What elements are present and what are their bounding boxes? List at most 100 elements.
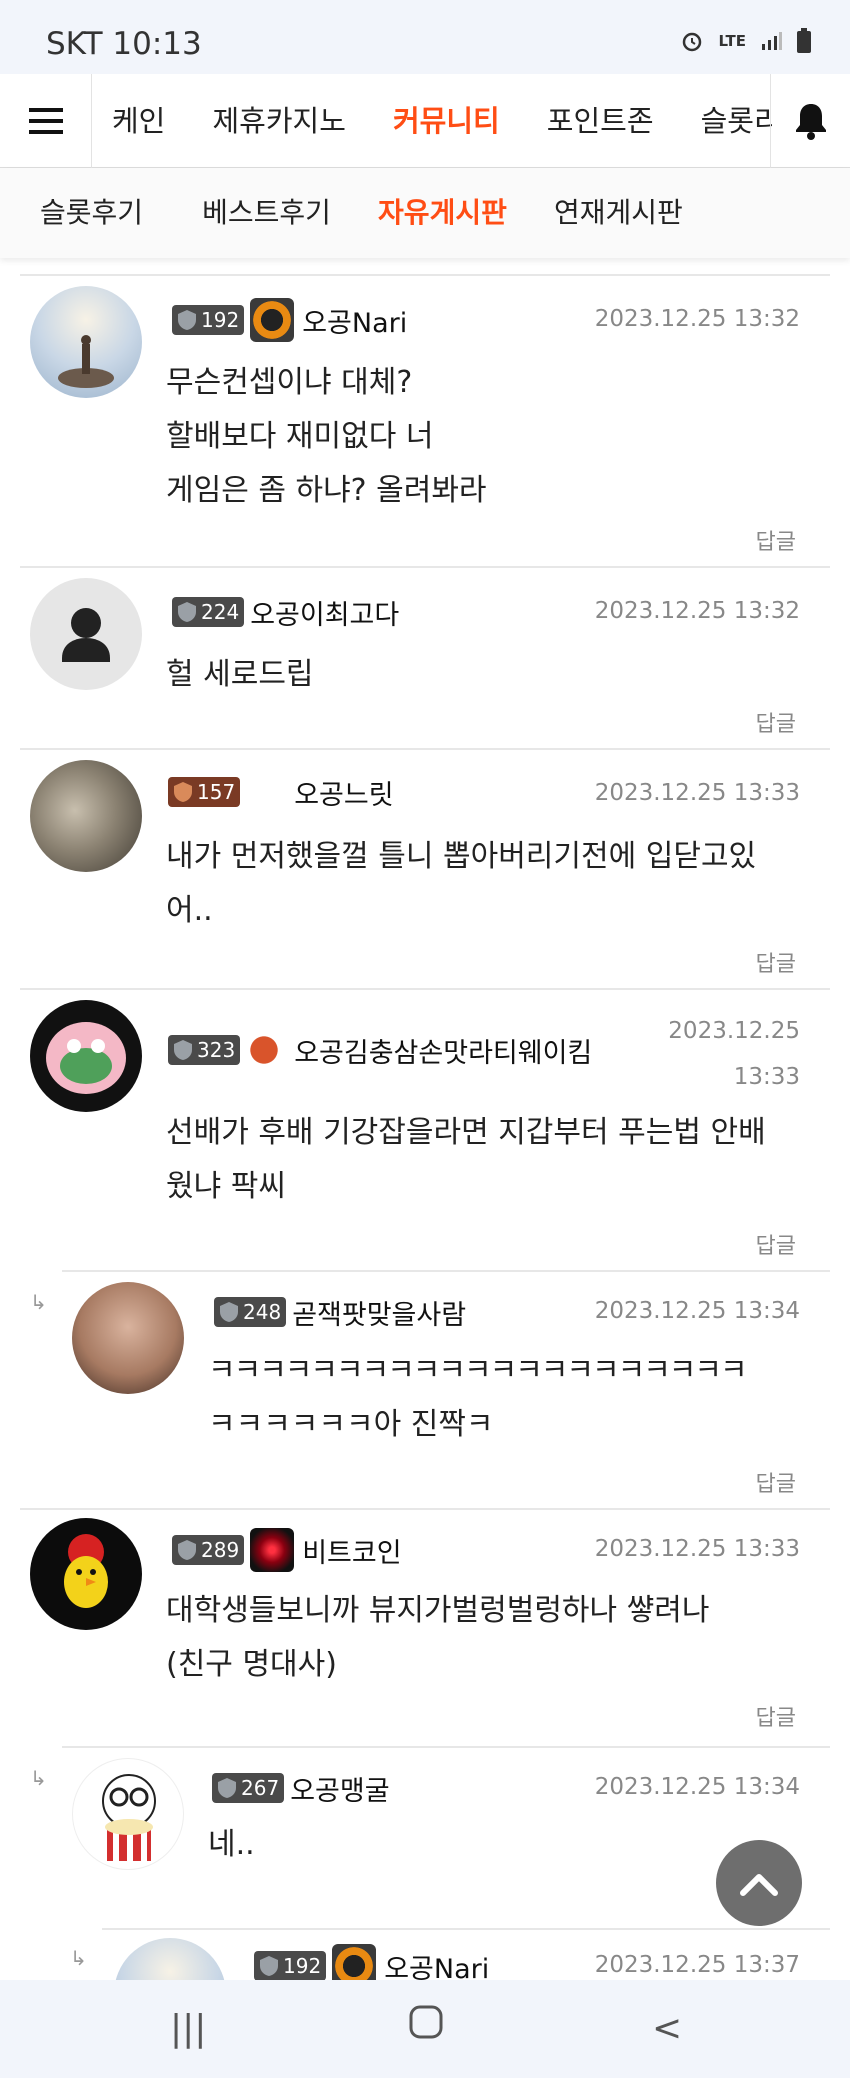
tab-best-reviews[interactable]: 베스트후기 bbox=[202, 168, 331, 258]
level-badge: 323 bbox=[168, 1035, 241, 1065]
level-badge: 192 bbox=[172, 305, 245, 335]
chevron-up-icon bbox=[740, 1874, 778, 1896]
carrier-time: SKT 10:13 bbox=[46, 26, 202, 62]
reply-button[interactable]: 답글 bbox=[756, 524, 796, 556]
level-badge: 267 bbox=[212, 1773, 285, 1803]
reply-button[interactable]: 답글 bbox=[756, 1466, 796, 1498]
comment-item: 248 곧잭팟맞을사람 2023.12.25 13:34 ㅋㅋㅋㅋㅋㅋㅋㅋㅋㅋㅋ… bbox=[62, 1270, 830, 1508]
top-nav: 케인 제휴카지노 커뮤니티 포인트존 슬롯리 bbox=[0, 74, 850, 168]
scroll-top-button[interactable] bbox=[716, 1840, 802, 1926]
comment-body: 헐 세로드립 bbox=[166, 657, 314, 692]
comment-item: 323 오공김충삼손맛라티웨이킴 2023.12.25 13:33 선배가 후배… bbox=[20, 988, 830, 1270]
username[interactable]: 오공Nari bbox=[302, 301, 407, 340]
level-badge: 192 bbox=[254, 1951, 327, 1980]
comment-body: ㅋㅋㅋㅋㅋㅋㅋㅋㅋㅋㅋㅋㅋㅋㅋㅋㅋㅋㅋㅋㅋ ㅋㅋㅋㅋㅋㅋ아 진짝ㅋ bbox=[208, 1353, 748, 1442]
comment-body: 선배가 후배 기강잡을라면 지갑부터 푸는법 안배 웠냐 팍씨 bbox=[166, 1115, 766, 1204]
shield-icon bbox=[174, 782, 192, 802]
tab-free-board[interactable]: 자유게시판 bbox=[378, 168, 507, 258]
tab-slot-reviews[interactable]: 슬롯후기 bbox=[40, 168, 143, 258]
avatar[interactable] bbox=[30, 286, 142, 398]
level-badge: 224 bbox=[172, 597, 245, 627]
menu-button[interactable] bbox=[0, 74, 92, 168]
shield-icon bbox=[260, 1956, 278, 1976]
status-bar: SKT 10:13 LTE bbox=[0, 0, 850, 74]
reply-button[interactable]: 답글 bbox=[756, 946, 796, 978]
user-badge bbox=[246, 1030, 287, 1070]
bell-icon bbox=[795, 104, 826, 140]
username[interactable]: 오공김충삼손맛라티웨이킴 bbox=[294, 1031, 592, 1070]
reply-indent-icon: ↳ bbox=[30, 1766, 47, 1790]
username[interactable]: 오공Nari bbox=[384, 1947, 489, 1981]
avatar[interactable] bbox=[72, 1758, 184, 1870]
reply-button[interactable]: 답글 bbox=[756, 1700, 796, 1732]
comment-item: 224 오공이최고다 2023.12.25 13:32 헐 세로드립 답글 bbox=[20, 566, 830, 748]
comment-date: 2023.12.25 13:33 bbox=[594, 1536, 800, 1562]
shield-icon bbox=[178, 602, 196, 622]
signal-icon bbox=[762, 32, 782, 50]
comment-item: 289 비트코인 2023.12.25 13:33 대학생들보니까 뷰지가벌렁벌… bbox=[20, 1508, 830, 1746]
reply-button[interactable]: 답글 bbox=[756, 706, 796, 738]
comment-meta: 267 오공맹굴 bbox=[212, 1768, 390, 1808]
comment-date: 2023.12.25 13:33 bbox=[668, 1018, 800, 1090]
comment-meta: 289 비트코인 bbox=[172, 1528, 402, 1572]
level-badge: 157 bbox=[168, 777, 241, 807]
shield-icon bbox=[174, 1040, 192, 1060]
comment-meta: 192 오공Nari bbox=[172, 298, 407, 342]
comment-meta: 248 곧잭팟맞을사람 bbox=[214, 1292, 466, 1332]
tab-serial-board[interactable]: 연재게시판 bbox=[554, 168, 683, 258]
nav-item-slot[interactable]: 슬롯리 bbox=[701, 74, 772, 168]
username[interactable]: 비트코인 bbox=[302, 1531, 401, 1570]
username[interactable]: 오공느릿 bbox=[294, 773, 393, 812]
comment-meta: 157 오공느릿 bbox=[168, 772, 394, 812]
avatar[interactable] bbox=[30, 760, 142, 872]
nav-item-partner-casino[interactable]: 제휴카지노 bbox=[212, 74, 345, 168]
avatar[interactable] bbox=[72, 1282, 184, 1394]
system-nav-bar: ||| < bbox=[0, 1980, 850, 2078]
level-badge: 289 bbox=[172, 1535, 245, 1565]
shield-icon bbox=[178, 310, 196, 330]
comment-date: 2023.12.25 13:32 bbox=[594, 598, 800, 624]
comment-date: 2023.12.25 13:37 bbox=[594, 1952, 800, 1978]
comment-meta: 323 오공김충삼손맛라티웨이킴 bbox=[168, 1030, 592, 1070]
nav-item-kane[interactable]: 케인 bbox=[112, 74, 165, 168]
sub-nav: 슬롯후기 베스트후기 자유게시판 연재게시판 bbox=[0, 168, 850, 258]
notification-button[interactable] bbox=[770, 74, 850, 168]
level-badge: 248 bbox=[214, 1297, 287, 1327]
shield-icon bbox=[218, 1778, 236, 1798]
username[interactable]: 오공이최고다 bbox=[250, 593, 399, 632]
avatar[interactable] bbox=[30, 1518, 142, 1630]
system-icons: LTE bbox=[680, 28, 812, 54]
username[interactable]: 곧잭팟맞을사람 bbox=[292, 1293, 466, 1332]
nav-item-point-zone[interactable]: 포인트존 bbox=[547, 74, 654, 168]
comment-date: 2023.12.25 13:34 bbox=[594, 1298, 800, 1324]
nav-item-community[interactable]: 커뮤니티 bbox=[393, 74, 500, 168]
reply-indent-icon: ↳ bbox=[30, 1290, 47, 1314]
shield-icon bbox=[220, 1302, 238, 1322]
battery-icon bbox=[797, 28, 811, 53]
shield-icon bbox=[178, 1540, 196, 1560]
recent-apps-icon[interactable]: ||| bbox=[170, 2008, 206, 2049]
avatar[interactable] bbox=[30, 1000, 142, 1112]
comment-item: 157 오공느릿 2023.12.25 13:33 내가 먼저했을껄 틀니 뽑아… bbox=[20, 748, 830, 988]
avatar[interactable] bbox=[114, 1938, 226, 1980]
home-icon[interactable] bbox=[408, 2004, 444, 2049]
comment-date: 2023.12.25 13:33 bbox=[594, 780, 800, 806]
top-nav-items: 케인 제휴카지노 커뮤니티 포인트존 슬롯리 bbox=[92, 74, 772, 168]
comment-body: 대학생들보니까 뷰지가벌렁벌렁하나 썋려나 (친구 명대사) bbox=[166, 1593, 710, 1682]
comment-body: 네.. bbox=[208, 1827, 255, 1862]
comment-item: 267 오공맹굴 2023.12.25 13:34 네.. 답글 bbox=[62, 1746, 830, 1928]
back-icon[interactable]: < bbox=[652, 2008, 682, 2049]
user-badge bbox=[250, 1528, 295, 1572]
comment-item: 192 오공Nari 2023.12.25 13:37 bbox=[102, 1928, 830, 1980]
reply-indent-icon: ↳ bbox=[70, 1946, 87, 1970]
comment-meta: 192 오공Nari bbox=[254, 1944, 489, 1981]
comment-body: 무슨컨셉이냐 대체? 할배보다 재미없다 너 게임은 좀 하냐? 올려봐라 bbox=[166, 365, 487, 508]
alarm-icon bbox=[683, 32, 702, 52]
username[interactable]: 오공맹굴 bbox=[290, 1769, 389, 1808]
reply-button[interactable]: 답글 bbox=[756, 1228, 796, 1260]
hamburger-icon bbox=[28, 108, 63, 134]
avatar[interactable] bbox=[30, 578, 142, 690]
user-icon bbox=[62, 608, 110, 662]
comment-item: 192 오공Nari 2023.12.25 13:32 무슨컨셉이냐 대체? 할… bbox=[20, 274, 830, 566]
comment-body: 내가 먼저했을껄 틀니 뽑아버리기전에 입닫고있 어.. bbox=[166, 839, 757, 928]
